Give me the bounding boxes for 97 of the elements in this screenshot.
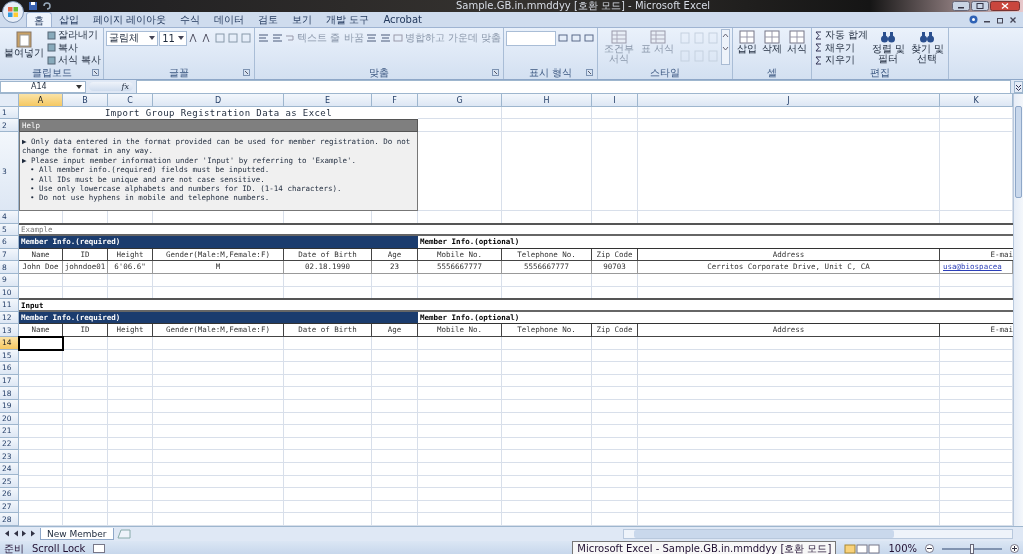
table-icon [649, 30, 666, 44]
insert-button[interactable]: 삽입 [734, 29, 759, 55]
group-label: 클립보드 [31, 67, 72, 78]
dropdown-icon [149, 36, 156, 40]
scroll-lock-indicator: Scroll Lock [32, 543, 86, 554]
zoom-out-icon[interactable] [925, 544, 934, 554]
paste-button[interactable]: 붙여넣기 [2, 29, 46, 59]
cells-icon [738, 30, 755, 44]
format-button[interactable]: 서식 [784, 29, 809, 55]
ribbon-tab[interactable]: 삽입 [52, 12, 86, 27]
save-icon[interactable] [28, 1, 38, 11]
format-painter-button[interactable]: 서식 복사 [47, 54, 102, 67]
ribbon-tab[interactable]: 페이지 레이아웃 [86, 12, 174, 27]
delete-button[interactable]: 삭제 [759, 29, 784, 55]
restore-icon[interactable] [996, 15, 1004, 24]
column-header[interactable]: E [284, 94, 372, 107]
dialog-launcher-icon[interactable] [491, 69, 499, 76]
view-icon[interactable] [844, 543, 881, 554]
align-icon[interactable] [378, 32, 392, 44]
column-header[interactable]: D [153, 94, 284, 107]
sheet-tab[interactable]: New Member [40, 527, 114, 540]
macro-record-icon[interactable] [93, 544, 106, 554]
minimize-icon[interactable] [952, 1, 970, 11]
cut-button[interactable]: 잘라내기 [47, 29, 102, 42]
column-header[interactable]: G [418, 94, 502, 107]
dialog-launcher-icon[interactable] [92, 69, 100, 76]
zoom-in-icon[interactable] [1010, 544, 1019, 554]
sheet-navigation-icon[interactable] [3, 529, 37, 539]
column-header[interactable]: H [502, 94, 592, 107]
sort-filter-button[interactable]: 정렬 및 필터 [869, 29, 908, 65]
ribbon-tab[interactable]: 보기 [285, 12, 320, 27]
ribbon-tab[interactable]: 홈 [26, 12, 52, 27]
name-box[interactable]: A14 [0, 80, 86, 93]
active-cell[interactable] [18, 335, 64, 351]
vertical-scrollbar[interactable] [1013, 94, 1023, 526]
maximize-icon[interactable] [971, 1, 989, 11]
gallery-scroll-icon[interactable] [720, 29, 730, 65]
group-label: 셀 [766, 67, 777, 78]
clipboard-icon [16, 30, 32, 48]
horizontal-scrollbar[interactable] [623, 528, 1013, 539]
font-size-field[interactable]: 11 [159, 30, 188, 46]
window-title: Sample.GB.in.mmddyy [호환 모드] - Microsoft Excel [456, 0, 711, 12]
find-select-button[interactable]: 찾기 및 선택 [908, 29, 947, 65]
format-icon[interactable] [227, 32, 240, 44]
group-label: 표시 형식 [528, 67, 572, 78]
expand-icon[interactable] [1014, 80, 1023, 93]
number-format-icon[interactable] [556, 32, 569, 44]
zoom-level: 100% [888, 543, 917, 554]
cells-icon [763, 30, 780, 44]
binoculars-icon [880, 30, 897, 44]
dropdown-icon [178, 36, 185, 40]
clear-button[interactable]: 지우기 [813, 54, 869, 67]
group-label: 편집 [870, 67, 890, 78]
group-label: 글꼴 [169, 67, 190, 78]
merge-icon [392, 33, 403, 43]
column-header[interactable]: K [940, 94, 1013, 107]
close-icon[interactable] [990, 1, 1020, 11]
column-header[interactable]: B [63, 94, 108, 107]
status-mode: 준비 [4, 541, 24, 554]
copy-button[interactable]: 복사 [47, 41, 102, 54]
number-format-icon[interactable] [582, 32, 595, 44]
table-icon [610, 30, 627, 44]
column-header[interactable]: C [108, 94, 153, 107]
column-header[interactable]: F [372, 94, 418, 107]
close-icon[interactable] [1009, 15, 1017, 24]
group-label: 스타일 [649, 67, 680, 78]
number-format-icon[interactable] [569, 32, 582, 44]
column-header[interactable]: J [638, 94, 940, 107]
taskbar-tooltip: Microsoft Excel - Sample.GB.in.mmddyy [호환 모드] [572, 541, 837, 554]
column-header[interactable]: A [19, 94, 63, 107]
ribbon-tab[interactable]: 검토 [251, 12, 286, 27]
ribbon-tab[interactable]: 수식 [173, 12, 208, 27]
column-header[interactable]: I [592, 94, 638, 107]
autosum-button[interactable]: 자동 합계 [813, 29, 869, 42]
dropdown-icon [76, 84, 82, 89]
wrap-icon [285, 33, 296, 43]
fill-button[interactable]: 채우기 [813, 41, 869, 54]
insert-function-button[interactable]: fx [89, 82, 133, 91]
ribbon-tab[interactable]: 개발 도구 [319, 12, 377, 27]
font-field[interactable]: 굴림체 [106, 30, 159, 46]
dialog-launcher-icon[interactable] [243, 69, 251, 76]
undo-icon[interactable] [42, 1, 52, 11]
dialog-launcher-icon[interactable] [585, 69, 593, 76]
sheet-title: Import Group Registration Data as Excel [19, 107, 418, 119]
binoculars-icon [919, 30, 936, 44]
align-icon[interactable] [364, 32, 378, 44]
ribbon-tab[interactable]: Acrobat [376, 12, 429, 27]
help-icon[interactable] [969, 15, 978, 24]
group-label: 맞춤 [369, 67, 390, 78]
align-icon[interactable] [257, 32, 271, 44]
zoom-thumb[interactable] [970, 543, 974, 554]
select-all-corner[interactable] [0, 94, 19, 107]
align-icon[interactable] [271, 32, 285, 44]
cells-icon [788, 30, 805, 44]
format-icon[interactable] [240, 32, 253, 44]
number-format-field[interactable] [505, 30, 556, 46]
ribbon-tab[interactable]: 데이터 [207, 12, 252, 27]
